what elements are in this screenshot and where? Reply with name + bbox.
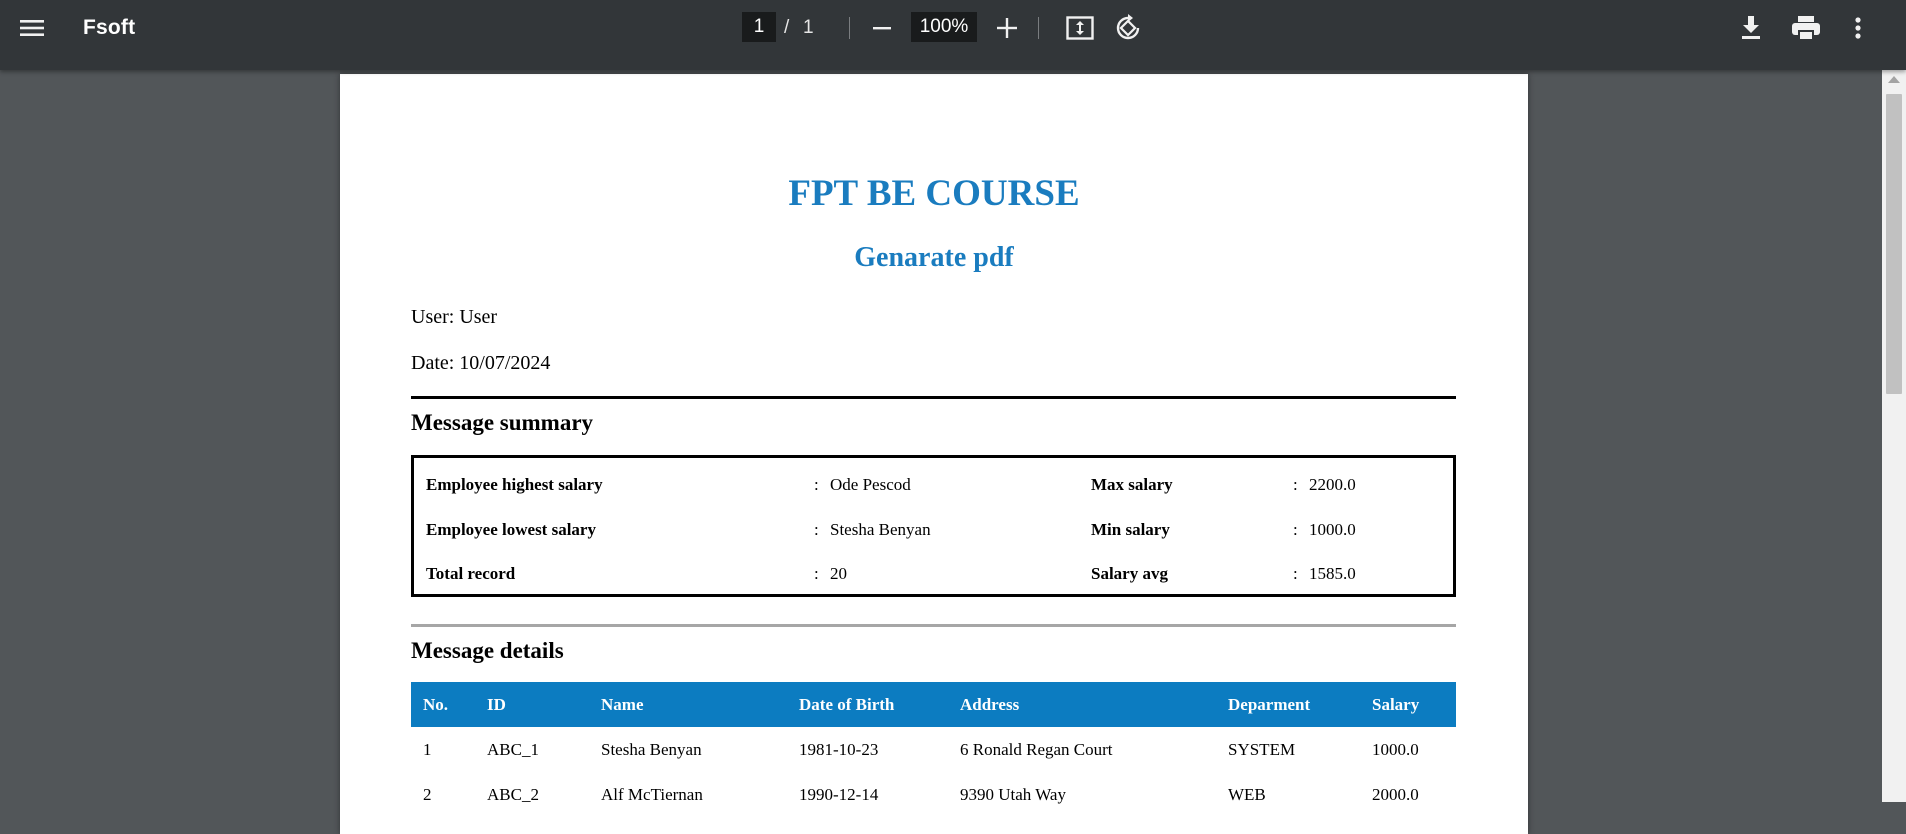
menu-icon[interactable]: [20, 0, 50, 55]
table-cell: ABC_1: [487, 740, 539, 759]
table-cell: WEB: [1228, 785, 1266, 804]
summary-colon: :: [814, 520, 819, 539]
print-icon: [1792, 15, 1820, 40]
table-cell: 1990-12-14: [799, 785, 879, 804]
section-divider: [411, 396, 1456, 399]
summary-row: Total record : 20 Salary avg : 1585.0: [414, 559, 1453, 589]
table-cell: 9390 Utah Way: [960, 785, 1066, 804]
table-cell: ABC_2: [487, 785, 539, 804]
summary-value: Ode Pescod: [830, 475, 911, 494]
vertical-scrollbar[interactable]: [1882, 70, 1906, 802]
summary-value: 2200.0: [1309, 475, 1356, 494]
zoom-in-button[interactable]: [992, 0, 1022, 55]
rotate-icon: [1116, 13, 1140, 39]
summary-label: Employee lowest salary: [426, 520, 596, 539]
column-header: Name: [601, 695, 644, 714]
toolbar-divider: [1038, 17, 1039, 39]
print-button[interactable]: [1790, 0, 1822, 55]
summary-heading: Message summary: [411, 410, 594, 435]
summary-label: Total record: [426, 564, 516, 583]
fit-page-button[interactable]: [1064, 0, 1096, 55]
more-options-icon: [1855, 16, 1861, 39]
scroll-up-arrow-icon[interactable]: [1888, 76, 1900, 83]
zoom-level-input[interactable]: 100%: [911, 12, 977, 42]
summary-row: Employee lowest salary : Stesha Benyan M…: [414, 515, 1453, 545]
more-options-button[interactable]: [1848, 0, 1868, 55]
table-cell: Alf McTiernan: [601, 785, 703, 804]
zoom-out-icon: [873, 26, 891, 29]
summary-value: 1585.0: [1309, 564, 1356, 583]
table-cell: 6 Ronald Regan Court: [960, 740, 1113, 759]
summary-value: 20: [830, 564, 847, 583]
document-title: Fsoft: [83, 15, 136, 39]
current-page-input[interactable]: 1: [742, 12, 776, 42]
zoom-in-icon: [997, 17, 1017, 38]
section-divider: [411, 624, 1456, 627]
table-cell: 1: [423, 740, 432, 759]
summary-colon: :: [1293, 564, 1298, 583]
total-pages: 1: [803, 16, 814, 38]
download-icon: [1742, 15, 1760, 39]
column-header: Date of Birth: [799, 695, 895, 714]
summary-label: Min salary: [1091, 520, 1170, 539]
column-header: Salary: [1372, 695, 1420, 714]
summary-label: Max salary: [1091, 475, 1173, 494]
column-header: Address: [960, 695, 1020, 714]
download-button[interactable]: [1736, 0, 1766, 55]
table-cell: 1981-10-23: [799, 740, 879, 759]
summary-label: Employee highest salary: [426, 475, 603, 494]
summary-colon: :: [1293, 520, 1298, 539]
user-line: User: User: [411, 306, 498, 328]
table-row: 1 ABC_1 Stesha Benyan 1981-10-23 6 Ronal…: [411, 727, 1456, 772]
table-cell: 2: [423, 785, 432, 804]
table-cell: 1000.0: [1372, 740, 1419, 759]
details-heading: Message details: [411, 638, 564, 663]
scroll-thumb[interactable]: [1886, 94, 1902, 394]
zoom-out-button[interactable]: [868, 0, 896, 55]
pdf-page: FPT BE COURSE Genarate pdf User: User Da…: [340, 74, 1528, 834]
summary-colon: :: [814, 564, 819, 583]
table-cell: Stesha Benyan: [601, 740, 702, 759]
summary-colon: :: [1293, 475, 1298, 494]
summary-box: Employee highest salary : Ode Pescod Max…: [411, 455, 1456, 597]
fit-page-icon: [1066, 15, 1094, 40]
date-line: Date: 10/07/2024: [411, 352, 551, 374]
summary-label: Salary avg: [1091, 564, 1168, 583]
pdf-viewer-toolbar: Fsoft 1 / 1 100%: [0, 0, 1906, 70]
column-header: ID: [487, 695, 506, 714]
summary-row: Employee highest salary : Ode Pescod Max…: [414, 470, 1453, 500]
column-header: Deparment: [1228, 695, 1311, 714]
table-cell: SYSTEM: [1228, 740, 1296, 759]
details-table-header: No. ID Name Date of Birth Address Deparm…: [411, 682, 1456, 727]
page-separator: /: [784, 16, 790, 38]
table-row: 2 ABC_2 Alf McTiernan 1990-12-14 9390 Ut…: [411, 772, 1456, 817]
summary-colon: :: [814, 475, 819, 494]
summary-value: Stesha Benyan: [830, 520, 931, 539]
toolbar-divider: [849, 17, 850, 39]
report-subtitle: Genarate pdf: [854, 242, 1014, 273]
column-header: No.: [423, 695, 449, 714]
summary-value: 1000.0: [1309, 520, 1356, 539]
rotate-button[interactable]: [1112, 0, 1144, 55]
report-title: FPT BE COURSE: [788, 173, 1080, 214]
table-cell: 2000.0: [1372, 785, 1419, 804]
